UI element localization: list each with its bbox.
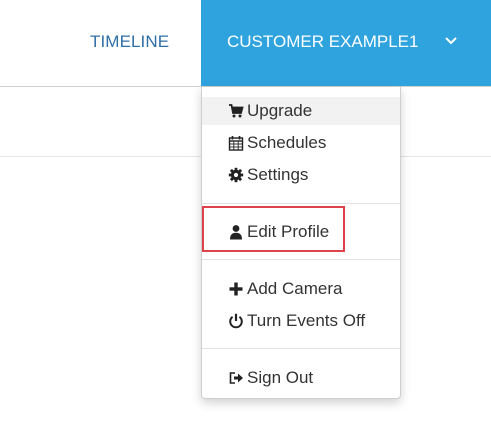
gear-icon xyxy=(228,167,244,183)
menu-item-label: Turn Events Off xyxy=(247,311,366,330)
menu-item-settings[interactable]: Settings xyxy=(202,161,400,189)
chevron-down-icon xyxy=(445,37,457,45)
menu-item-add-camera[interactable]: Add Camera xyxy=(202,275,400,303)
calendar-icon xyxy=(228,136,244,151)
menu-divider xyxy=(202,203,400,204)
customer-dropdown-menu: Upgrade Schedules Settings Edit Profile … xyxy=(201,87,401,399)
menu-divider xyxy=(202,259,400,260)
sign-out-icon xyxy=(229,372,243,384)
menu-item-upgrade[interactable]: Upgrade xyxy=(202,97,400,125)
menu-item-edit-profile[interactable]: Edit Profile xyxy=(202,218,400,246)
menu-item-schedules[interactable]: Schedules xyxy=(202,129,400,157)
menu-item-label: Add Camera xyxy=(247,279,343,298)
customer-menu-label: CUSTOMER EXAMPLE1 xyxy=(227,32,419,51)
menu-item-label: Upgrade xyxy=(247,101,313,120)
power-icon xyxy=(229,313,243,329)
menu-divider xyxy=(202,348,400,349)
menu-item-sign-out[interactable]: Sign Out xyxy=(202,364,400,392)
customer-menu-toggle[interactable]: CUSTOMER EXAMPLE1 xyxy=(201,0,491,86)
nav-timeline-link[interactable]: TIMELINE xyxy=(90,32,169,52)
menu-item-label: Edit Profile xyxy=(247,222,330,241)
menu-item-turn-events-off[interactable]: Turn Events Off xyxy=(202,307,400,335)
plus-icon xyxy=(229,282,243,296)
top-navbar: TIMELINE CUSTOMER EXAMPLE1 xyxy=(0,0,491,87)
user-icon xyxy=(230,225,242,240)
menu-item-label: Schedules xyxy=(247,133,327,152)
cart-icon xyxy=(229,104,244,118)
menu-item-label: Sign Out xyxy=(247,368,314,387)
menu-item-label: Settings xyxy=(247,165,309,184)
